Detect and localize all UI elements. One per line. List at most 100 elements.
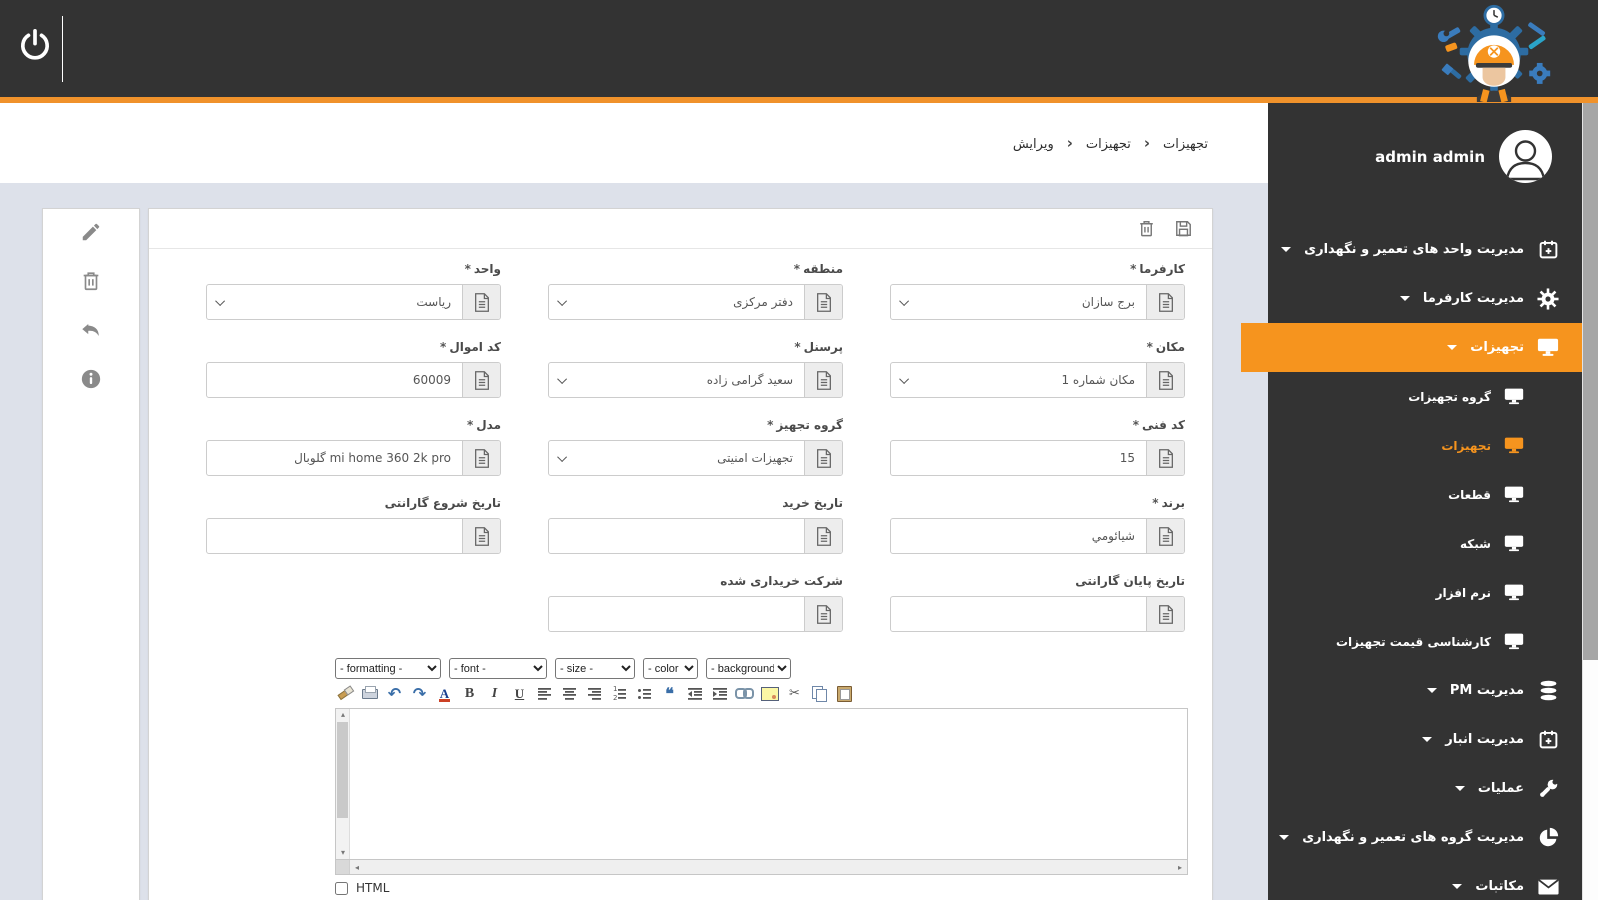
monitor-icon <box>1503 484 1525 506</box>
image-icon[interactable] <box>760 684 779 703</box>
sidebar-item-employer-management[interactable]: مدیریت کارفرما <box>1268 274 1582 323</box>
top-bar <box>0 0 1598 103</box>
font-select[interactable]: - font - <box>449 658 547 679</box>
delete-button[interactable] <box>78 268 104 294</box>
editor-toolbar: ↶ ↷ A B I U ❝ ✂ <box>335 683 1188 704</box>
sidebar-item-operations[interactable]: عملیات <box>1268 764 1582 813</box>
caret-down-icon <box>1422 737 1433 742</box>
breadcrumb-bar: تجهیزات ‹ تجهیزات ‹ ویرایش <box>0 103 1268 183</box>
sidebar-item-maintenance-units[interactable]: مدیریت واحد های تعمیر و نگهداری <box>1268 225 1582 274</box>
scroll-down-icon[interactable]: ▾ <box>336 847 350 859</box>
page-scrollbar[interactable] <box>1582 103 1598 900</box>
breadcrumb-separator-icon: ‹ <box>1143 134 1151 152</box>
select-value-area[interactable]: ریاست <box>207 285 462 319</box>
print-icon[interactable] <box>360 684 379 703</box>
document-icon <box>462 363 500 397</box>
personnel-select[interactable]: سعید گرامی زاده <box>548 362 843 398</box>
field-technical-code: کد فنی* <box>890 418 1185 476</box>
region-select[interactable]: دفتر مرکزی <box>548 284 843 320</box>
breadcrumb-item[interactable]: تجهیزات <box>1163 137 1208 152</box>
bold-icon[interactable]: B <box>460 684 479 703</box>
sidebar-item-warehouse-management[interactable]: مدیریت انبار <box>1268 715 1582 764</box>
save-record-button[interactable] <box>1174 219 1194 239</box>
color-select[interactable]: - color - <box>643 658 698 679</box>
ordered-list-icon[interactable] <box>610 684 629 703</box>
asset-code-input[interactable] <box>207 363 462 397</box>
sidebar-item-maintenance-groups[interactable]: مدیریت گروه های تعمیر و نگهداری <box>1268 813 1582 862</box>
redo-icon[interactable]: ↷ <box>410 684 429 703</box>
select-value-area[interactable]: تجهیزات امنیتی <box>549 441 804 475</box>
undo-icon[interactable]: ↶ <box>385 684 404 703</box>
sidebar-item-equipment-group[interactable]: گروه تجهیزات <box>1268 372 1582 421</box>
purchase-date-input[interactable] <box>549 519 804 553</box>
editor-vscroll-thumb[interactable] <box>337 722 348 818</box>
field-asset-code: کد اموال* <box>206 340 501 398</box>
paste-icon[interactable] <box>835 684 854 703</box>
font-color-icon[interactable]: A <box>435 684 454 703</box>
user-name[interactable]: admin admin <box>1375 148 1485 166</box>
sidebar-item-correspondence[interactable]: مکاتبات <box>1268 862 1582 900</box>
page-scrollbar-thumb[interactable] <box>1583 103 1598 660</box>
technical-code-input[interactable] <box>891 441 1146 475</box>
select-value-area[interactable]: دفتر مرکزی <box>549 285 804 319</box>
copy-icon[interactable] <box>810 684 829 703</box>
align-left-icon[interactable] <box>535 684 554 703</box>
outdent-icon[interactable] <box>685 684 704 703</box>
formatting-select[interactable]: - formatting - <box>335 658 441 679</box>
avatar[interactable] <box>1499 130 1552 183</box>
html-checkbox[interactable] <box>335 881 348 895</box>
field-purchase-date: تاریخ خرید <box>548 496 843 554</box>
editor-vertical-scrollbar[interactable]: ▴ ▾ <box>336 709 350 859</box>
breadcrumb-item[interactable]: تجهیزات <box>1086 137 1131 152</box>
select-value-area[interactable]: سعید گرامی زاده <box>549 363 804 397</box>
employer-select[interactable]: برج سازان <box>890 284 1185 320</box>
size-select[interactable]: - size - <box>555 658 635 679</box>
select-value-area[interactable]: برج سازان <box>891 285 1146 319</box>
purchased-company-input[interactable] <box>549 597 804 631</box>
info-button[interactable] <box>78 366 104 392</box>
power-icon[interactable] <box>18 28 52 62</box>
editor-content[interactable] <box>350 709 1187 859</box>
underline-icon[interactable]: U <box>510 684 529 703</box>
align-center-icon[interactable] <box>560 684 579 703</box>
scroll-right-icon[interactable]: ▸ <box>1173 863 1187 872</box>
clean-icon[interactable] <box>335 684 354 703</box>
brand-input[interactable] <box>891 519 1146 553</box>
unit-select[interactable]: ریاست <box>206 284 501 320</box>
link-icon[interactable] <box>735 684 754 703</box>
editor-dropdowns: - formatting - - font - - size - - color… <box>335 658 1188 679</box>
unordered-list-icon[interactable] <box>635 684 654 703</box>
delete-record-button[interactable] <box>1137 219 1157 239</box>
scroll-left-icon[interactable]: ◂ <box>350 863 364 872</box>
field-region: منطقه* دفتر مرکزی <box>548 262 843 320</box>
indent-icon[interactable] <box>710 684 729 703</box>
select-value-area[interactable]: مکان شماره 1 <box>891 363 1146 397</box>
warranty-start-input[interactable] <box>207 519 462 553</box>
scroll-up-icon[interactable]: ▴ <box>336 709 350 721</box>
sidebar-item-parts[interactable]: قطعات <box>1268 470 1582 519</box>
background-select[interactable]: - background - <box>706 658 791 679</box>
sidebar-item-label: گروه تجهیزات <box>1408 389 1491 404</box>
italic-icon[interactable]: I <box>485 684 504 703</box>
cut-icon[interactable]: ✂ <box>785 684 804 703</box>
location-select[interactable]: مکان شماره 1 <box>890 362 1185 398</box>
edit-button[interactable] <box>78 219 104 245</box>
equipment-group-select[interactable]: تجهیزات امنیتی <box>548 440 843 476</box>
required-mark: * <box>1132 418 1140 432</box>
align-right-icon[interactable] <box>585 684 604 703</box>
sidebar-item-equipment[interactable]: تجهیزات <box>1241 323 1582 372</box>
model-input[interactable] <box>207 441 462 475</box>
sidebar-item-software[interactable]: نرم افزار <box>1268 568 1582 617</box>
brand-group <box>890 518 1185 554</box>
sidebar-item-equipment-price-appraisal[interactable]: کارشناسی قیمت تجهیزات <box>1268 617 1582 666</box>
return-button[interactable] <box>78 317 104 343</box>
caret-down-icon <box>1447 345 1458 350</box>
select-value: برج سازان <box>1081 295 1135 309</box>
warranty-end-input[interactable] <box>891 597 1146 631</box>
blockquote-icon[interactable]: ❝ <box>660 684 679 703</box>
sidebar-item-network[interactable]: شبکه <box>1268 519 1582 568</box>
sidebar-item-equipment-sub[interactable]: تجهیزات <box>1268 421 1582 470</box>
editor-horizontal-scrollbar[interactable]: ◂ ▸ <box>335 860 1188 875</box>
sidebar-item-pm-management[interactable]: مدیریت PM <box>1268 666 1582 715</box>
document-icon <box>1146 597 1184 631</box>
